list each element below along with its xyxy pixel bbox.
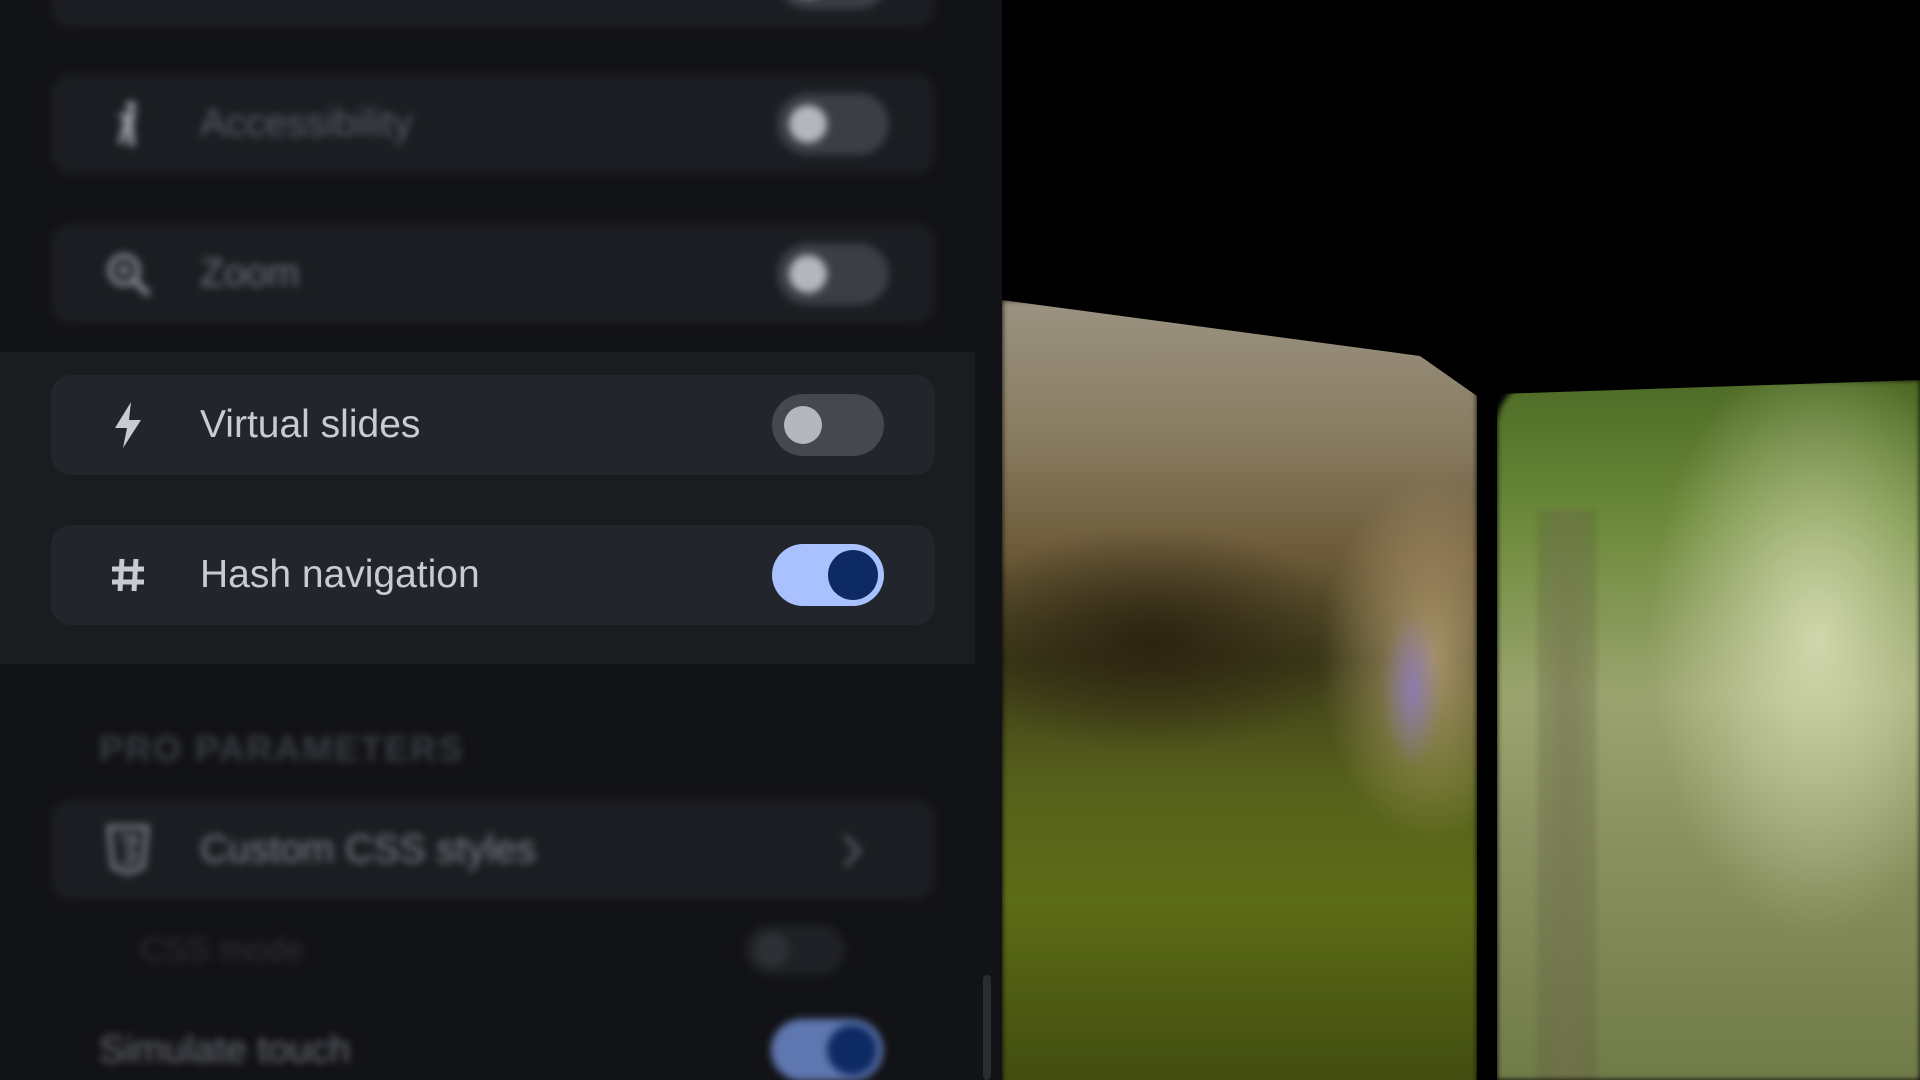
css-mode-toggle[interactable] <box>745 925 845 975</box>
hash-navigation-label: Hash navigation <box>200 553 480 596</box>
simulate-touch-toggle[interactable] <box>771 1019 883 1080</box>
zoom-icon <box>103 249 153 299</box>
zoom-label: Zoom <box>200 252 300 295</box>
toggle-knob <box>789 255 827 293</box>
toggle-knob <box>827 1025 877 1075</box>
accessibility-toggle[interactable] <box>777 93 889 155</box>
lightning-icon <box>103 400 153 450</box>
top-toggle[interactable] <box>777 0 889 9</box>
settings-row-custom-css[interactable]: Custom CSS styles <box>51 800 935 900</box>
hash-icon <box>103 550 153 600</box>
toggle-knob <box>828 550 878 600</box>
css-mode-row[interactable]: CSS mode <box>140 925 845 975</box>
virtual-slides-label: Virtual slides <box>200 403 421 446</box>
scrollbar-track[interactable] <box>975 0 1002 1080</box>
pro-parameters-title: PRO PARAMETERS <box>99 728 465 769</box>
settings-row-zoom[interactable]: Zoom <box>51 224 935 324</box>
settings-row-accessibility[interactable]: Accessibility <box>51 74 935 174</box>
toggle-knob <box>784 406 822 444</box>
accessibility-label: Accessibility <box>200 102 413 145</box>
custom-css-label: Custom CSS styles <box>200 828 536 871</box>
zoom-toggle[interactable] <box>777 243 889 305</box>
simulate-touch-row[interactable]: Simulate touch <box>99 1019 899 1080</box>
chevron-right-icon <box>841 832 865 875</box>
settings-row-virtual-slides[interactable]: Virtual slides <box>51 375 935 475</box>
slide-forest-image[interactable] <box>1497 380 1920 1080</box>
toggle-knob <box>789 105 827 143</box>
virtual-slides-toggle[interactable] <box>772 394 884 456</box>
settings-row-top-partial[interactable] <box>51 0 935 28</box>
settings-row-hash-navigation[interactable]: Hash navigation <box>51 525 935 625</box>
accessibility-icon <box>103 99 153 149</box>
toggle-knob <box>755 933 789 967</box>
css-mode-label: CSS mode <box>140 931 305 969</box>
css3-icon <box>103 825 153 875</box>
slider-preview[interactable] <box>1002 0 1920 1080</box>
scrollbar-thumb[interactable] <box>983 975 991 1080</box>
hash-navigation-toggle[interactable] <box>772 544 884 606</box>
settings-panel: Accessibility Zoom Virtual slides Hash n… <box>0 0 1002 1080</box>
slide-meadow-image[interactable] <box>1002 300 1477 1080</box>
